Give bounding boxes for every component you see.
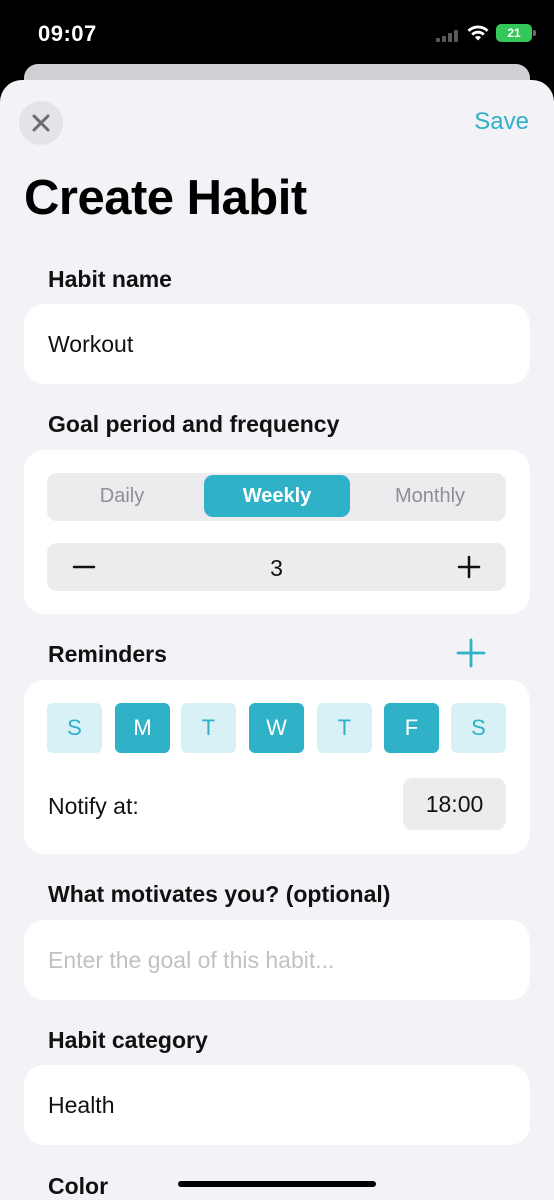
motivation-field[interactable]: Enter the goal of this habit...	[24, 920, 530, 1000]
home-indicator	[178, 1181, 376, 1187]
status-time: 09:07	[38, 21, 97, 46]
status-bar: 09:07 21	[0, 0, 554, 64]
goal-card: Daily Weekly Monthly 3	[24, 450, 530, 614]
category-value: Health	[48, 1092, 115, 1118]
page-title: Create Habit	[24, 171, 307, 225]
period-segmented-control: Daily Weekly Monthly	[47, 473, 506, 521]
weekday-selector: S M T W T F S	[47, 703, 507, 753]
reminders-card: S M T W T F S Notify at: 18:00	[24, 680, 530, 854]
habit-name-field[interactable]: Workout	[24, 304, 530, 384]
segment-monthly[interactable]: Monthly	[357, 475, 503, 517]
day-wednesday[interactable]: W	[249, 703, 304, 753]
day-monday[interactable]: M	[115, 703, 170, 753]
close-icon	[32, 114, 50, 132]
day-friday[interactable]: F	[384, 703, 439, 753]
day-sunday[interactable]: S	[47, 703, 102, 753]
segment-daily[interactable]: Daily	[49, 475, 195, 517]
create-habit-sheet: Save Create Habit Habit name Workout Goa…	[0, 80, 554, 1200]
category-label: Habit category	[48, 1027, 208, 1053]
reminders-label: Reminders	[48, 641, 167, 667]
frequency-value: 3	[270, 555, 283, 581]
day-saturday[interactable]: S	[451, 703, 506, 753]
motivation-label: What motivates you? (optional)	[48, 881, 391, 907]
notify-time-picker[interactable]: 18:00	[403, 778, 506, 830]
habit-name-value: Workout	[48, 331, 134, 357]
segment-weekly[interactable]: Weekly	[204, 475, 350, 517]
day-thursday[interactable]: T	[317, 703, 372, 753]
color-label: Color	[48, 1173, 109, 1199]
wifi-icon	[467, 25, 489, 41]
close-button[interactable]	[19, 101, 63, 145]
goal-label: Goal period and frequency	[48, 411, 340, 437]
notify-label: Notify at:	[48, 793, 139, 819]
cellular-signal-icon	[436, 30, 462, 42]
screen: 09:07 21 Save Create Habit Habit name Wo…	[0, 0, 554, 1200]
save-button[interactable]: Save	[474, 108, 529, 136]
plus-icon[interactable]	[456, 554, 482, 580]
battery-level: 21	[507, 26, 521, 40]
motivation-placeholder: Enter the goal of this habit...	[48, 947, 335, 973]
frequency-stepper: 3	[47, 543, 506, 591]
day-tuesday[interactable]: T	[181, 703, 236, 753]
category-field[interactable]: Health	[24, 1065, 530, 1145]
habit-name-label: Habit name	[48, 266, 172, 292]
add-reminder-button[interactable]	[455, 637, 487, 669]
battery-icon: 21	[496, 24, 536, 42]
